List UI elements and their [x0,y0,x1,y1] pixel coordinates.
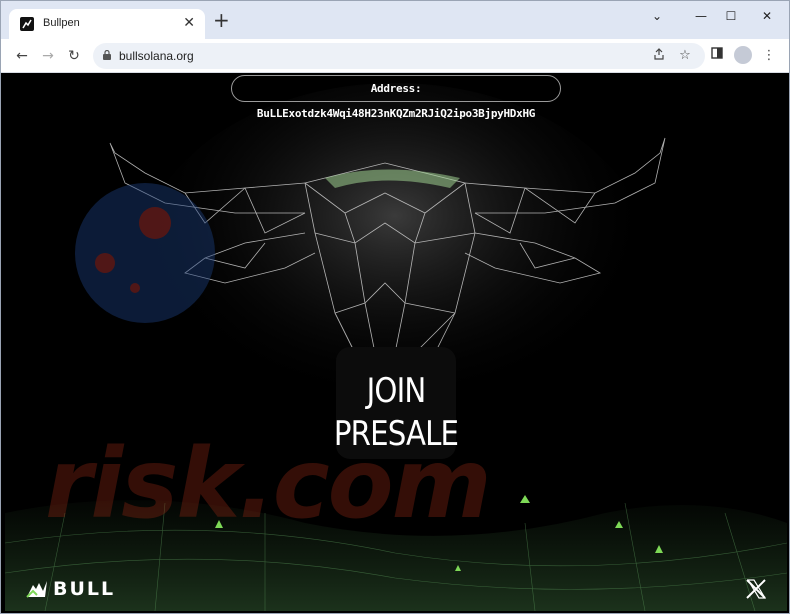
lock-icon [103,50,111,60]
address-bar[interactable]: bullsolana.org ☆ [93,43,705,69]
logo-text: BULL [53,578,116,600]
bull-favicon-icon [20,17,34,31]
tab-search-chevron-icon[interactable]: ⌄ [647,9,667,27]
close-window-button[interactable]: ✕ [757,9,777,27]
star-icon[interactable]: ☆ [677,48,693,64]
tab-title: Bullpen [43,17,80,29]
browser-toolbar: ← → ↻ bullsolana.org ☆ ⋮ [1,39,789,73]
kebab-menu-icon[interactable]: ⋮ [760,47,778,65]
bull-logo-icon [26,581,47,598]
x-twitter-icon[interactable] [745,578,767,600]
join-presale-label-line2[interactable]: PRESALE [60,414,733,454]
join-presale-label-line1[interactable]: JOIN [60,371,733,411]
tab-close-icon[interactable]: ✕ [183,14,195,32]
web-page: risk.com Address: BuLLExotdzk4Wqi48H23nK… [5,73,787,611]
browser-window: Bullpen ✕ + ⌄ — ☐ ✕ ← → ↻ bullsolana.org… [0,0,790,614]
url-text: bullsolana.org [119,49,194,63]
profile-avatar-icon[interactable] [734,46,752,64]
forward-button[interactable]: → [39,47,57,65]
new-tab-button[interactable]: + [213,10,230,30]
tab-strip: Bullpen ✕ + ⌄ — ☐ ✕ [1,1,789,39]
share-icon[interactable] [651,48,667,64]
reload-button[interactable]: ↻ [65,47,83,65]
side-panel-icon[interactable] [708,47,726,65]
minimize-button[interactable]: — [691,9,711,27]
maximize-button[interactable]: ☐ [721,9,741,27]
back-button[interactable]: ← [13,47,31,65]
contract-address-pill[interactable]: Address: BuLLExotdzk4Wqi48H23nKQZm2RJiQ2… [231,75,561,120]
tab-bullpen[interactable]: Bullpen ✕ [9,9,205,39]
